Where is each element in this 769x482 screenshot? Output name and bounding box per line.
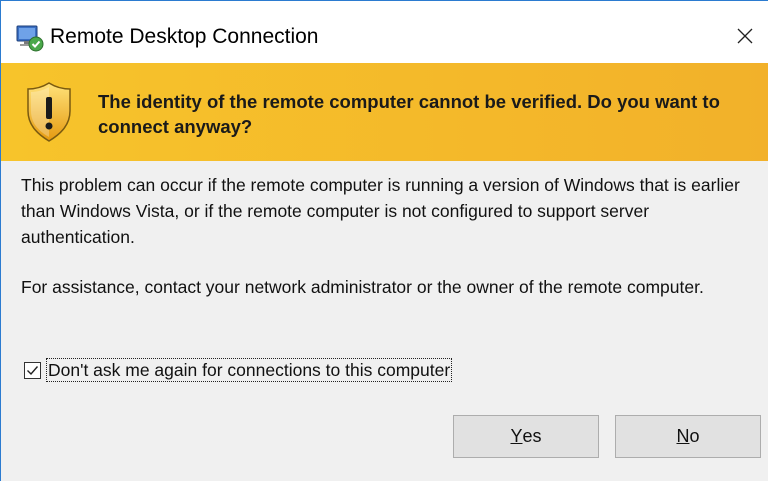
- dont-ask-checkbox-row[interactable]: Don't ask me again for connections to th…: [24, 358, 453, 382]
- window-title: Remote Desktop Connection: [50, 25, 319, 48]
- title-bar[interactable]: Remote Desktop Connection: [1, 1, 768, 63]
- dialog-window: Remote Desktop Connection The identity o…: [0, 0, 768, 481]
- remote-desktop-icon: [16, 25, 44, 52]
- warning-shield-icon: [27, 82, 71, 142]
- no-button-label: o: [689, 426, 700, 446]
- yes-button[interactable]: Yes: [453, 415, 599, 458]
- no-button-mnemonic: N: [676, 426, 690, 446]
- close-button[interactable]: [722, 13, 768, 59]
- explanation-paragraph: This problem can occur if the remote com…: [21, 175, 740, 247]
- yes-button-mnemonic: Y: [510, 426, 523, 446]
- checkmark-icon: [27, 365, 39, 375]
- warning-heading: The identity of the remote computer cann…: [98, 91, 720, 137]
- close-icon: [737, 28, 753, 44]
- dont-ask-checkbox[interactable]: [24, 361, 41, 379]
- dont-ask-checkbox-label[interactable]: Don't ask me again for connections to th…: [46, 358, 453, 382]
- assistance-paragraph: For assistance, contact your network adm…: [21, 277, 704, 297]
- no-button[interactable]: No: [615, 415, 761, 458]
- yes-button-label: es: [522, 426, 542, 446]
- warning-banner: The identity of the remote computer cann…: [1, 63, 768, 161]
